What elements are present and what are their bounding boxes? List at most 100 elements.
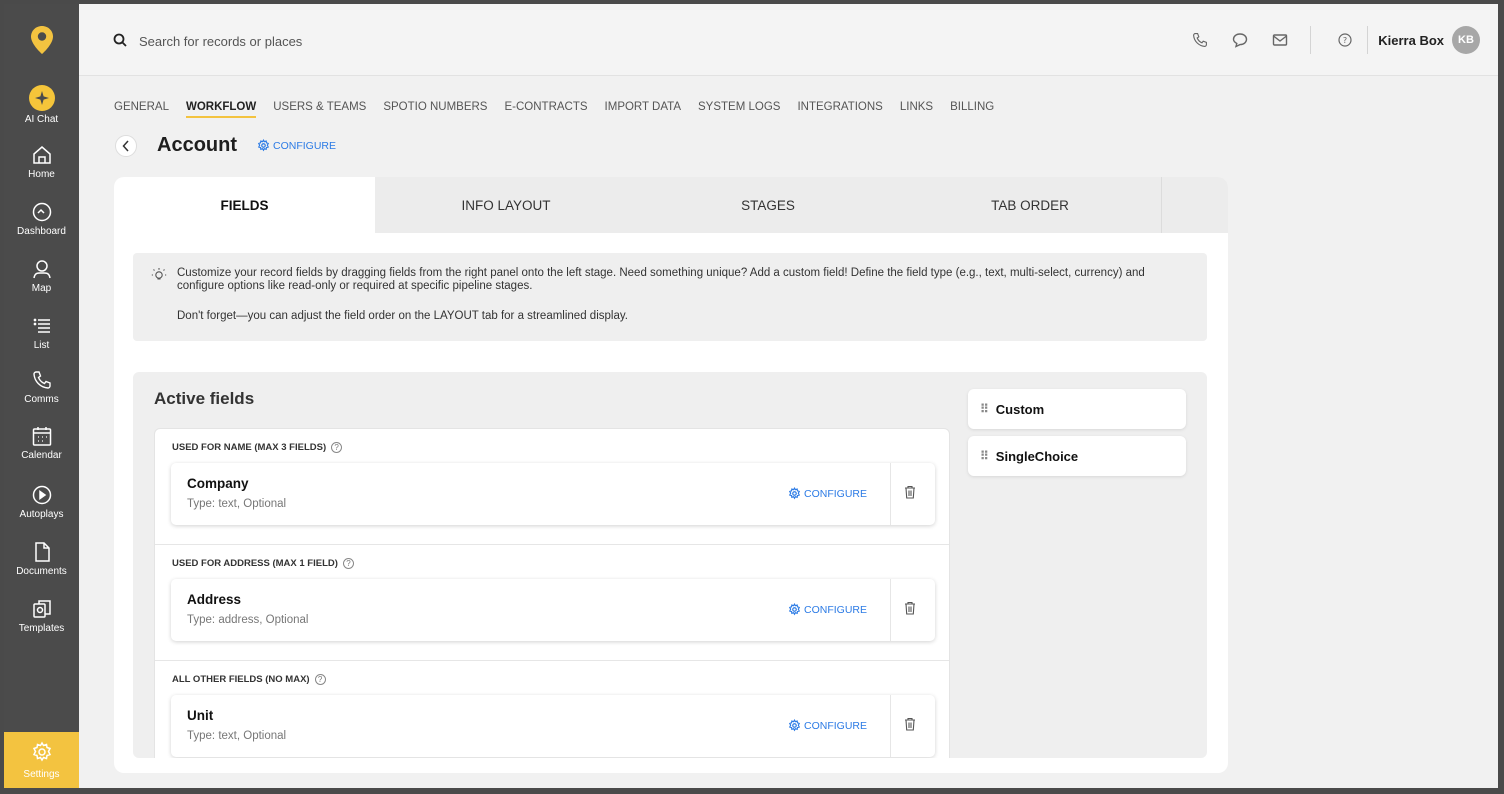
- sidebar-item-documents[interactable]: Documents: [4, 530, 79, 587]
- sidebar: AI Chat Home Dashboard Map List Comms Ca…: [4, 4, 79, 788]
- tab-integrations[interactable]: INTEGRATIONS: [797, 101, 882, 118]
- configure-label: CONFIGURE: [804, 487, 867, 500]
- mail-icon[interactable]: [1266, 26, 1294, 54]
- tab-tab-order[interactable]: TAB ORDER: [899, 177, 1161, 233]
- document-icon: [31, 541, 53, 563]
- gear-icon: [31, 741, 53, 766]
- tab-general[interactable]: GENERAL: [114, 101, 169, 118]
- sidebar-item-label: Calendar: [21, 450, 62, 461]
- card-tabs: FIELDS INFO LAYOUT STAGES TAB ORDER: [114, 177, 1228, 233]
- field-card[interactable]: Company Type: text, Optional CONFIGURE: [171, 463, 935, 525]
- trash-icon[interactable]: [904, 601, 916, 618]
- section-label-text: USED FOR NAME (MAX 3 FIELDS): [172, 442, 327, 453]
- home-icon: [31, 144, 53, 166]
- tab-stages[interactable]: STAGES: [637, 177, 899, 233]
- dashboard-gauge-icon: [31, 201, 53, 223]
- tab-fields[interactable]: FIELDS: [114, 177, 375, 233]
- configure-label: CONFIGURE: [804, 603, 867, 616]
- sidebar-item-list[interactable]: List: [4, 304, 79, 361]
- phone-icon: [31, 369, 53, 391]
- sidebar-item-autoplays[interactable]: Autoplays: [4, 473, 79, 530]
- drag-handle-icon[interactable]: ⠿: [980, 449, 989, 463]
- sidebar-item-dashboard[interactable]: Dashboard: [4, 190, 79, 247]
- tab-billing[interactable]: BILLING: [950, 101, 994, 118]
- section-label: USED FOR ADDRESS (MAX 1 FIELD) ?: [172, 558, 354, 569]
- divider: [890, 463, 891, 525]
- back-button[interactable]: [115, 134, 137, 157]
- fields-card: FIELDS INFO LAYOUT STAGES TAB ORDER Cust…: [114, 177, 1228, 773]
- sidebar-item-label: AI Chat: [24, 113, 59, 125]
- configure-label: CONFIGURE: [804, 719, 867, 732]
- help-icon[interactable]: ?: [342, 558, 354, 569]
- chat-bubble-icon[interactable]: [1226, 26, 1254, 54]
- info-text: Don't forget—you can adjust the field or…: [177, 310, 628, 322]
- sidebar-item-map[interactable]: Map: [4, 247, 79, 304]
- divider: [1310, 26, 1312, 54]
- gear-icon: [788, 603, 801, 616]
- configure-button[interactable]: CONFIGURE: [788, 487, 867, 500]
- gear-icon: [257, 139, 270, 152]
- tab-workflow[interactable]: WORKFLOW: [185, 101, 257, 118]
- help-icon[interactable]: ?: [331, 442, 343, 453]
- info-text: Customize your record fields by dragging…: [177, 267, 1145, 292]
- sidebar-item-label: Templates: [18, 622, 65, 634]
- settings-label: Settings: [23, 768, 60, 780]
- tab-links[interactable]: LINKS: [900, 101, 933, 118]
- tab-users-teams[interactable]: USERS & TEAMS: [273, 101, 366, 118]
- sidebar-item-ai-chat[interactable]: AI Chat: [4, 76, 79, 133]
- sidebar-item-calendar[interactable]: Calendar: [4, 413, 79, 473]
- configure-label: CONFIGURE: [273, 139, 336, 152]
- field-name: Unit: [187, 708, 214, 723]
- field-section: USED FOR NAME (MAX 3 FIELDS) ? Company T…: [155, 429, 949, 545]
- sidebar-item-settings[interactable]: Settings: [4, 732, 79, 788]
- tab-spacer: [1161, 177, 1228, 233]
- configure-button[interactable]: CONFIGURE: [257, 139, 336, 152]
- spotio-logo[interactable]: [4, 4, 79, 76]
- user-name[interactable]: Kierra Box: [1378, 33, 1444, 48]
- divider: [890, 695, 891, 757]
- app-window: AI Chat Home Dashboard Map List Comms Ca…: [4, 4, 1498, 788]
- settings-tabs: GENERAL WORKFLOW USERS & TEAMS SPOTIO NU…: [114, 101, 994, 118]
- field-card[interactable]: Address Type: address, Optional CONFIGUR…: [171, 579, 935, 641]
- drag-handle-icon[interactable]: ⠿: [980, 402, 989, 416]
- tab-system-logs[interactable]: SYSTEM LOGS: [698, 101, 780, 118]
- search-input[interactable]: [139, 34, 439, 49]
- top-right-actions: ? Kierra Box KB: [1174, 26, 1480, 54]
- available-field-singlechoice[interactable]: ⠿ SingleChoice: [968, 436, 1186, 476]
- configure-button[interactable]: CONFIGURE: [788, 603, 867, 616]
- trash-icon[interactable]: [904, 485, 916, 502]
- sidebar-item-label: Home: [28, 168, 55, 180]
- help-icon[interactable]: ?: [314, 674, 326, 685]
- calendar-icon: [31, 425, 53, 447]
- play-circle-icon: [31, 484, 53, 506]
- lightbulb-icon: [151, 267, 167, 287]
- fields-panel: Active fields USED FOR NAME (MAX 3 FIELD…: [133, 372, 1207, 758]
- help-icon[interactable]: ?: [1331, 26, 1359, 54]
- tab-import-data[interactable]: IMPORT DATA: [605, 101, 681, 118]
- sidebar-item-home[interactable]: Home: [4, 133, 79, 190]
- field-type: Type: text, Optional: [187, 498, 287, 510]
- sidebar-item-comms[interactable]: Comms: [4, 361, 79, 413]
- tab-info-layout[interactable]: INFO LAYOUT: [375, 177, 637, 233]
- tab-e-contracts[interactable]: E-CONTRACTS: [504, 101, 587, 118]
- field-section: USED FOR ADDRESS (MAX 1 FIELD) ? Address…: [155, 545, 949, 661]
- field-card[interactable]: Unit Type: text, Optional CONFIGURE: [171, 695, 935, 757]
- search-bar: [113, 33, 439, 50]
- field-type: Type: address, Optional: [187, 614, 309, 626]
- trash-icon[interactable]: [904, 717, 916, 734]
- field-name: Address: [187, 592, 242, 607]
- field-section: ALL OTHER FIELDS (NO MAX) ? Unit Type: t…: [155, 661, 949, 758]
- list-icon: [31, 315, 53, 337]
- section-label: ALL OTHER FIELDS (NO MAX) ?: [172, 674, 326, 685]
- phone-icon[interactable]: [1186, 26, 1214, 54]
- field-name: Company: [187, 476, 249, 491]
- chevron-left-icon: [122, 139, 129, 152]
- templates-icon: [31, 598, 53, 620]
- available-field-label: Custom: [995, 401, 1045, 417]
- sidebar-item-templates[interactable]: Templates: [4, 587, 79, 644]
- page-header: Account CONFIGURE: [115, 134, 336, 157]
- configure-button[interactable]: CONFIGURE: [788, 719, 867, 732]
- tab-spotio-numbers[interactable]: SPOTIO NUMBERS: [383, 101, 487, 118]
- available-field-custom[interactable]: ⠿ Custom: [968, 389, 1186, 429]
- avatar[interactable]: KB: [1452, 26, 1480, 54]
